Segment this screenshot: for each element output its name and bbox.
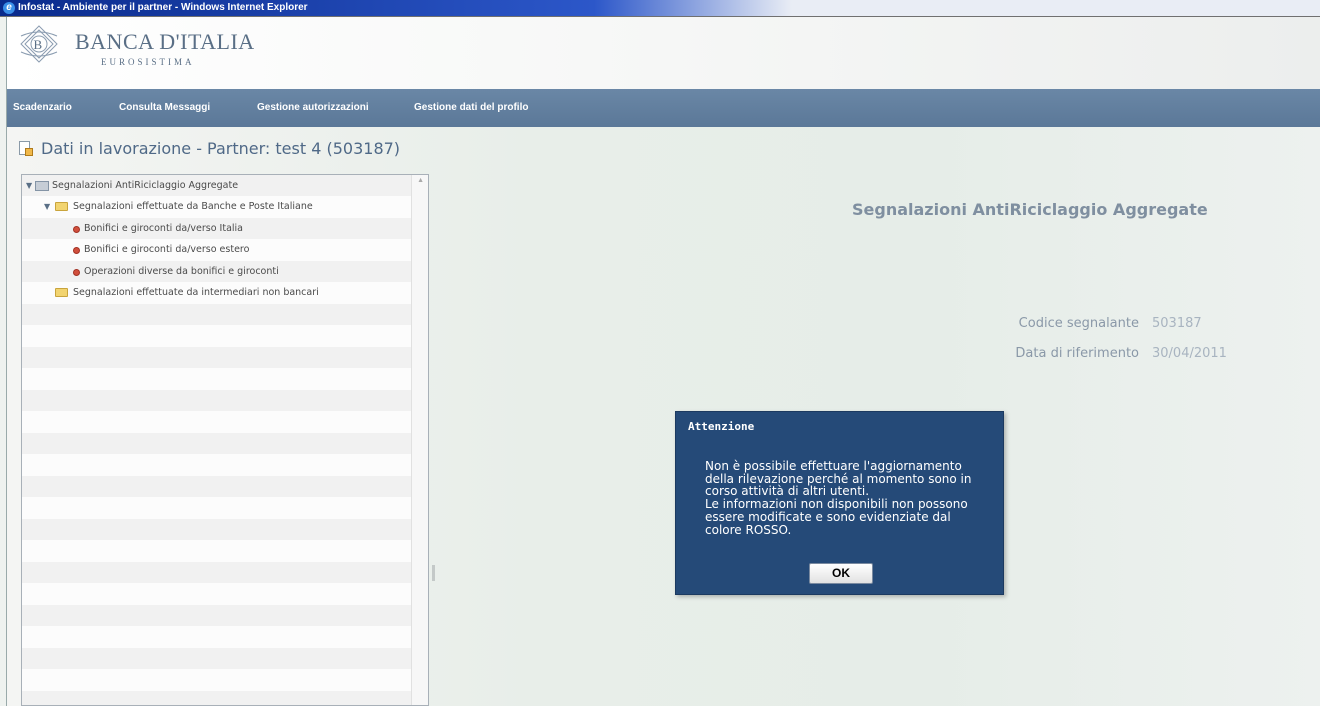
detail-title: Segnalazioni AntiRiciclaggio Aggregate: [852, 200, 1208, 219]
tree-item-label: Segnalazioni AntiRiciclaggio Aggregate: [52, 180, 239, 191]
tree-item-root[interactable]: ▼ Segnalazioni AntiRiciclaggio Aggregate: [22, 175, 412, 197]
page-title: Dati in lavorazione - Partner: test 4 (5…: [19, 139, 400, 158]
tree-item-label: Segnalazioni effettuate da Banche e Post…: [73, 201, 313, 212]
page-title-text: Dati in lavorazione - Partner: test 4 (5…: [41, 139, 401, 158]
main-content: Dati in lavorazione - Partner: test 4 (5…: [6, 127, 1320, 706]
tree-item-label: Segnalazioni effettuate da intermediari …: [73, 287, 319, 298]
nav-item-gestione-autorizzazioni[interactable]: Gestione autorizzazioni: [257, 102, 369, 113]
dialog-title: Attenzione: [688, 420, 755, 433]
nav-item-scadenzario[interactable]: Scadenzario: [13, 102, 72, 113]
tree-scrollbar[interactable]: ▲: [411, 175, 428, 705]
tree-item-label: Bonifici e giroconti da/verso estero: [84, 244, 250, 255]
window-titlebar: e Infostat - Ambiente per il partner - W…: [0, 0, 1320, 17]
nav-item-gestione-profilo[interactable]: Gestione dati del profilo: [414, 102, 528, 113]
tree-item-intermediari-non-bancari[interactable]: Segnalazioni effettuate da intermediari …: [22, 282, 412, 304]
folder-icon: [55, 202, 68, 211]
document-icon: [19, 141, 33, 156]
codice-segnalante-value: 503187: [1152, 316, 1202, 331]
internet-explorer-icon: e: [3, 2, 15, 14]
data-riferimento-label: Data di riferimento: [1015, 346, 1139, 361]
folder-icon: [55, 288, 68, 297]
logo-title: BANCA D'ITALIA: [75, 29, 255, 54]
red-status-icon: [73, 247, 80, 254]
tree-item-label: Bonifici e giroconti da/verso Italia: [84, 223, 243, 234]
tree-item-bonifici-italia[interactable]: Bonifici e giroconti da/verso Italia: [22, 218, 412, 240]
data-riferimento-value: 30/04/2011: [1152, 346, 1227, 361]
red-status-icon: [73, 269, 80, 276]
expanded-arrow-icon[interactable]: ▼: [26, 175, 32, 197]
tree-panel: ▼ Segnalazioni AntiRiciclaggio Aggregate…: [21, 174, 429, 706]
tree-item-bonifici-estero[interactable]: Bonifici e giroconti da/verso estero: [22, 239, 412, 261]
svg-text:B: B: [34, 37, 43, 52]
site-header: B BANCA D'ITALIA EUROSISTIMA: [6, 17, 1320, 89]
root-folder-icon: [35, 181, 49, 191]
tree-item-label: Operazioni diverse da bonifici e girocon…: [84, 266, 279, 277]
red-status-icon: [73, 226, 80, 233]
window-title: Infostat - Ambiente per il partner - Win…: [18, 2, 308, 13]
tree-item-operazioni-diverse[interactable]: Operazioni diverse da bonifici e girocon…: [22, 261, 412, 283]
ok-button[interactable]: OK: [809, 563, 873, 584]
scroll-up-icon[interactable]: ▲: [417, 177, 424, 184]
alert-dialog: Attenzione Non è possibile effettuare l'…: [675, 411, 1004, 595]
expanded-arrow-icon[interactable]: ▼: [44, 196, 50, 218]
banca-italia-logo-icon: B: [20, 25, 58, 63]
dialog-message: Non è possibile effettuare l'aggiornamen…: [705, 459, 972, 537]
tree-item-banche-poste[interactable]: ▼ Segnalazioni effettuate da Banche e Po…: [22, 196, 412, 218]
nav-item-consulta-messaggi[interactable]: Consulta Messaggi: [119, 102, 210, 113]
main-nav: Scadenzario Consulta Messaggi Gestione a…: [6, 89, 1320, 127]
panel-splitter-handle[interactable]: [432, 565, 435, 581]
codice-segnalante-label: Codice segnalante: [1018, 316, 1139, 331]
logo-subtitle: EUROSISTIMA: [101, 57, 195, 67]
